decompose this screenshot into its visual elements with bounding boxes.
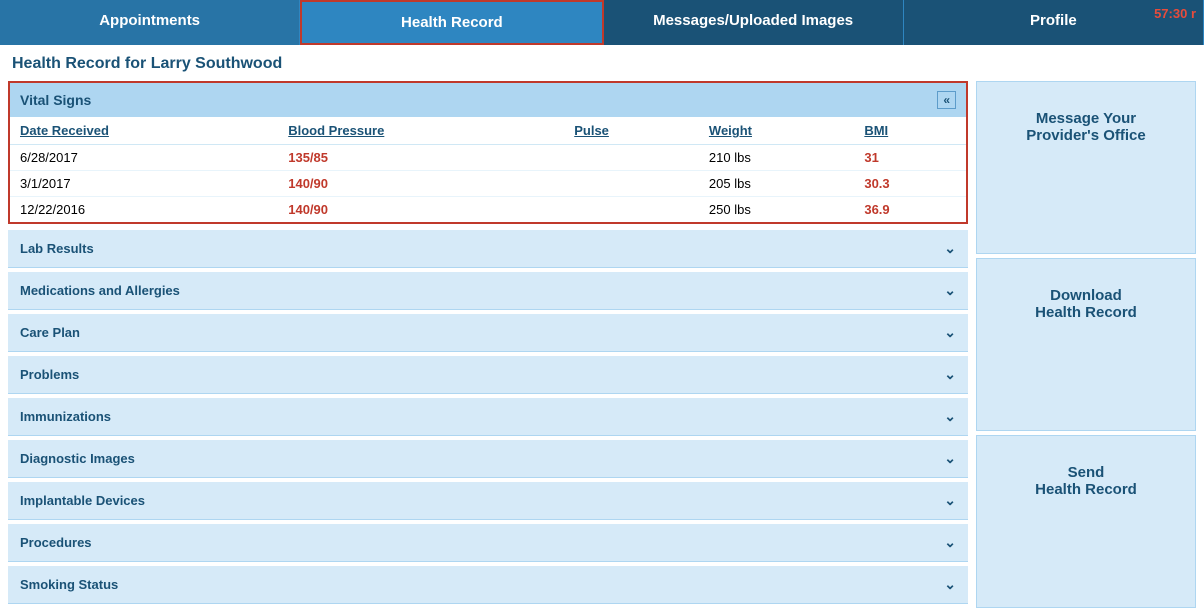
section-label-medications-allergies: Medications and Allergies	[20, 283, 180, 298]
section-label-smoking-status: Smoking Status	[20, 577, 118, 592]
collapsible-sections: Lab Results⌄Medications and Allergies⌄Ca…	[8, 230, 968, 604]
section-immunizations: Immunizations ⌄	[8, 398, 968, 436]
section-implantable-devices: Implantable Devices ⌄	[8, 482, 968, 520]
section-label-diagnostic-images: Diagnostic Images	[20, 451, 135, 466]
section-procedures: Procedures ⌄	[8, 524, 968, 562]
section-header-diagnostic-images[interactable]: Diagnostic Images ⌄	[8, 440, 968, 477]
chevron-down-icon: ⌄	[944, 450, 956, 467]
section-label-implantable-devices: Implantable Devices	[20, 493, 145, 508]
col-bmi[interactable]: BMI	[854, 117, 966, 145]
chevron-down-icon: ⌄	[944, 492, 956, 509]
section-medications-allergies: Medications and Allergies ⌄	[8, 272, 968, 310]
chevron-down-icon: ⌄	[944, 576, 956, 593]
section-lab-results: Lab Results ⌄	[8, 230, 968, 268]
chevron-down-icon: ⌄	[944, 408, 956, 425]
main-layout: Vital Signs « Date Received Blood Pressu…	[0, 81, 1204, 616]
vital-signs-section: Vital Signs « Date Received Blood Pressu…	[8, 81, 968, 224]
message-provider-label: Message YourProvider's Office	[1026, 110, 1145, 144]
session-timer: 57:30 r	[1154, 6, 1196, 21]
table-row: 12/22/2016140/90250 lbs36.9	[10, 197, 966, 223]
tab-health-record[interactable]: Health Record	[300, 0, 603, 45]
section-label-problems: Problems	[20, 367, 79, 382]
tab-appointments[interactable]: Appointments	[0, 0, 300, 45]
chevron-down-icon: ⌄	[944, 324, 956, 341]
right-panel: Message YourProvider's Office DownloadHe…	[976, 81, 1196, 608]
section-label-care-plan: Care Plan	[20, 325, 80, 340]
col-weight[interactable]: Weight	[699, 117, 854, 145]
vital-signs-header: Vital Signs «	[10, 83, 966, 117]
section-problems: Problems ⌄	[8, 356, 968, 394]
page-title: Health Record for Larry Southwood	[0, 45, 1204, 81]
nav-bar: Appointments Health Record Messages/Uplo…	[0, 0, 1204, 45]
section-header-smoking-status[interactable]: Smoking Status ⌄	[8, 566, 968, 603]
section-header-implantable-devices[interactable]: Implantable Devices ⌄	[8, 482, 968, 519]
section-diagnostic-images: Diagnostic Images ⌄	[8, 440, 968, 478]
section-header-medications-allergies[interactable]: Medications and Allergies ⌄	[8, 272, 968, 309]
section-label-lab-results: Lab Results	[20, 241, 94, 256]
section-header-care-plan[interactable]: Care Plan ⌄	[8, 314, 968, 351]
vital-signs-title: Vital Signs	[20, 92, 91, 108]
section-header-problems[interactable]: Problems ⌄	[8, 356, 968, 393]
section-label-procedures: Procedures	[20, 535, 92, 550]
download-health-record-label: DownloadHealth Record	[1035, 287, 1137, 321]
section-label-immunizations: Immunizations	[20, 409, 111, 424]
message-provider-btn[interactable]: Message YourProvider's Office	[976, 81, 1196, 254]
section-smoking-status: Smoking Status ⌄	[8, 566, 968, 604]
vital-signs-collapse-btn[interactable]: «	[937, 91, 956, 109]
table-row: 3/1/2017140/90205 lbs30.3	[10, 171, 966, 197]
col-date-received[interactable]: Date Received	[10, 117, 278, 145]
section-header-procedures[interactable]: Procedures ⌄	[8, 524, 968, 561]
chevron-down-icon: ⌄	[944, 534, 956, 551]
section-header-lab-results[interactable]: Lab Results ⌄	[8, 230, 968, 267]
section-care-plan: Care Plan ⌄	[8, 314, 968, 352]
section-header-immunizations[interactable]: Immunizations ⌄	[8, 398, 968, 435]
chevron-down-icon: ⌄	[944, 282, 956, 299]
vital-signs-table: Date Received Blood Pressure Pulse Weigh…	[10, 117, 966, 222]
send-health-record-btn[interactable]: SendHealth Record	[976, 435, 1196, 608]
col-pulse[interactable]: Pulse	[564, 117, 699, 145]
left-panel: Vital Signs « Date Received Blood Pressu…	[8, 81, 968, 608]
send-health-record-label: SendHealth Record	[1035, 464, 1137, 498]
chevron-down-icon: ⌄	[944, 366, 956, 383]
col-blood-pressure[interactable]: Blood Pressure	[278, 117, 564, 145]
download-health-record-btn[interactable]: DownloadHealth Record	[976, 258, 1196, 431]
tab-messages[interactable]: Messages/Uploaded Images	[604, 0, 904, 45]
table-row: 6/28/2017135/85210 lbs31	[10, 145, 966, 171]
chevron-down-icon: ⌄	[944, 240, 956, 257]
